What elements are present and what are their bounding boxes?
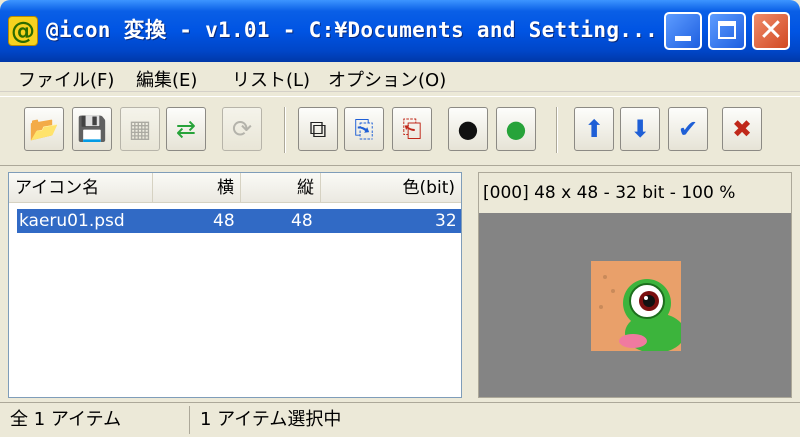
check-icon: ✔	[677, 115, 699, 143]
minimize-button[interactable]	[664, 12, 702, 50]
move-up-button[interactable]: ⬆	[574, 107, 614, 151]
list-header: アイコン名 横 縦 色(bit)	[9, 173, 461, 203]
close-icon: ✕	[758, 13, 784, 48]
copy-button[interactable]: ⧉	[298, 107, 338, 151]
menu-edit[interactable]: 編集(E)	[136, 66, 197, 92]
export-button[interactable]: ⎘	[344, 107, 384, 151]
user-black-icon: ●	[457, 115, 479, 143]
toolbar: 📂 💾 ▦ ⇄ ⟳ ⧉ ⎘ ⎗ ● ● ⬆ ⬇ ✔ ✖	[0, 96, 800, 166]
menu-file[interactable]: ファイル(F)	[18, 66, 114, 92]
import-icon: ⎗	[402, 115, 422, 143]
menu-bar: ファイル(F) 編集(E) リスト(L) オプション(O)	[0, 62, 800, 92]
green-user-button[interactable]: ●	[496, 107, 536, 151]
cell-height: 48	[291, 211, 313, 231]
menu-list[interactable]: リスト(L)	[232, 66, 310, 92]
toolbar-separator	[556, 107, 558, 153]
save-all-button[interactable]: ▦	[120, 107, 160, 151]
preview-info: [000] 48 x 48 - 32 bit - 100 %	[483, 183, 736, 203]
export-icon: ⎘	[354, 115, 374, 143]
table-row[interactable]: kaeru01.psd 48 48 32	[17, 209, 461, 233]
icon-list[interactable]: アイコン名 横 縦 色(bit) kaeru01.psd 48 48 32	[8, 172, 462, 398]
maximize-icon	[718, 21, 736, 39]
delete-icon: ✖	[731, 115, 753, 143]
save-all-icon: ▦	[128, 115, 152, 143]
arrow-up-icon: ⬆	[583, 115, 605, 143]
toolbar-separator	[284, 107, 286, 153]
open-button[interactable]: 📂	[24, 107, 64, 151]
cell-name: kaeru01.psd	[19, 211, 125, 231]
window-title: @icon 変換 - v1.01 - C:¥Documents and Sett…	[46, 18, 659, 42]
column-header-height[interactable]: 縦	[241, 173, 321, 203]
delete-button[interactable]: ✖	[722, 107, 762, 151]
title-bar[interactable]: @ @icon 変換 - v1.01 - C:¥Documents and Se…	[0, 0, 800, 62]
black-user-button[interactable]: ●	[448, 107, 488, 151]
status-bar: 全 1 アイテム 1 アイテム選択中	[0, 402, 800, 437]
save-icon: 💾	[77, 115, 107, 143]
maximize-button[interactable]	[708, 12, 746, 50]
frog-icon	[591, 261, 681, 351]
open-folder-icon: 📂	[29, 115, 59, 143]
user-green-icon: ●	[505, 115, 527, 143]
app-icon[interactable]: @	[8, 16, 38, 46]
preview-pane: [000] 48 x 48 - 32 bit - 100 %	[478, 172, 792, 398]
status-total: 全 1 アイテム	[4, 406, 190, 434]
menu-options[interactable]: オプション(O)	[328, 66, 446, 92]
move-down-button[interactable]: ⬇	[620, 107, 660, 151]
cell-width: 48	[213, 211, 235, 231]
minimize-icon	[675, 36, 691, 41]
close-button[interactable]: ✕	[752, 12, 790, 50]
column-header-name[interactable]: アイコン名	[9, 173, 153, 203]
check-button[interactable]: ✔	[668, 107, 708, 151]
save-button[interactable]: 💾	[72, 107, 112, 151]
preview-area[interactable]	[479, 213, 791, 397]
refresh-button[interactable]: ⟳	[222, 107, 262, 151]
cell-bits: 32	[435, 211, 457, 231]
convert-button[interactable]: ⇄	[166, 107, 206, 151]
copy-icon: ⧉	[309, 115, 327, 143]
convert-icon: ⇄	[175, 115, 197, 143]
refresh-icon: ⟳	[231, 115, 253, 143]
status-selected: 1 アイテム選択中	[200, 409, 342, 430]
column-header-width[interactable]: 横	[153, 173, 241, 203]
arrow-down-icon: ⬇	[629, 115, 651, 143]
import-button[interactable]: ⎗	[392, 107, 432, 151]
column-header-bits[interactable]: 色(bit)	[321, 173, 461, 203]
